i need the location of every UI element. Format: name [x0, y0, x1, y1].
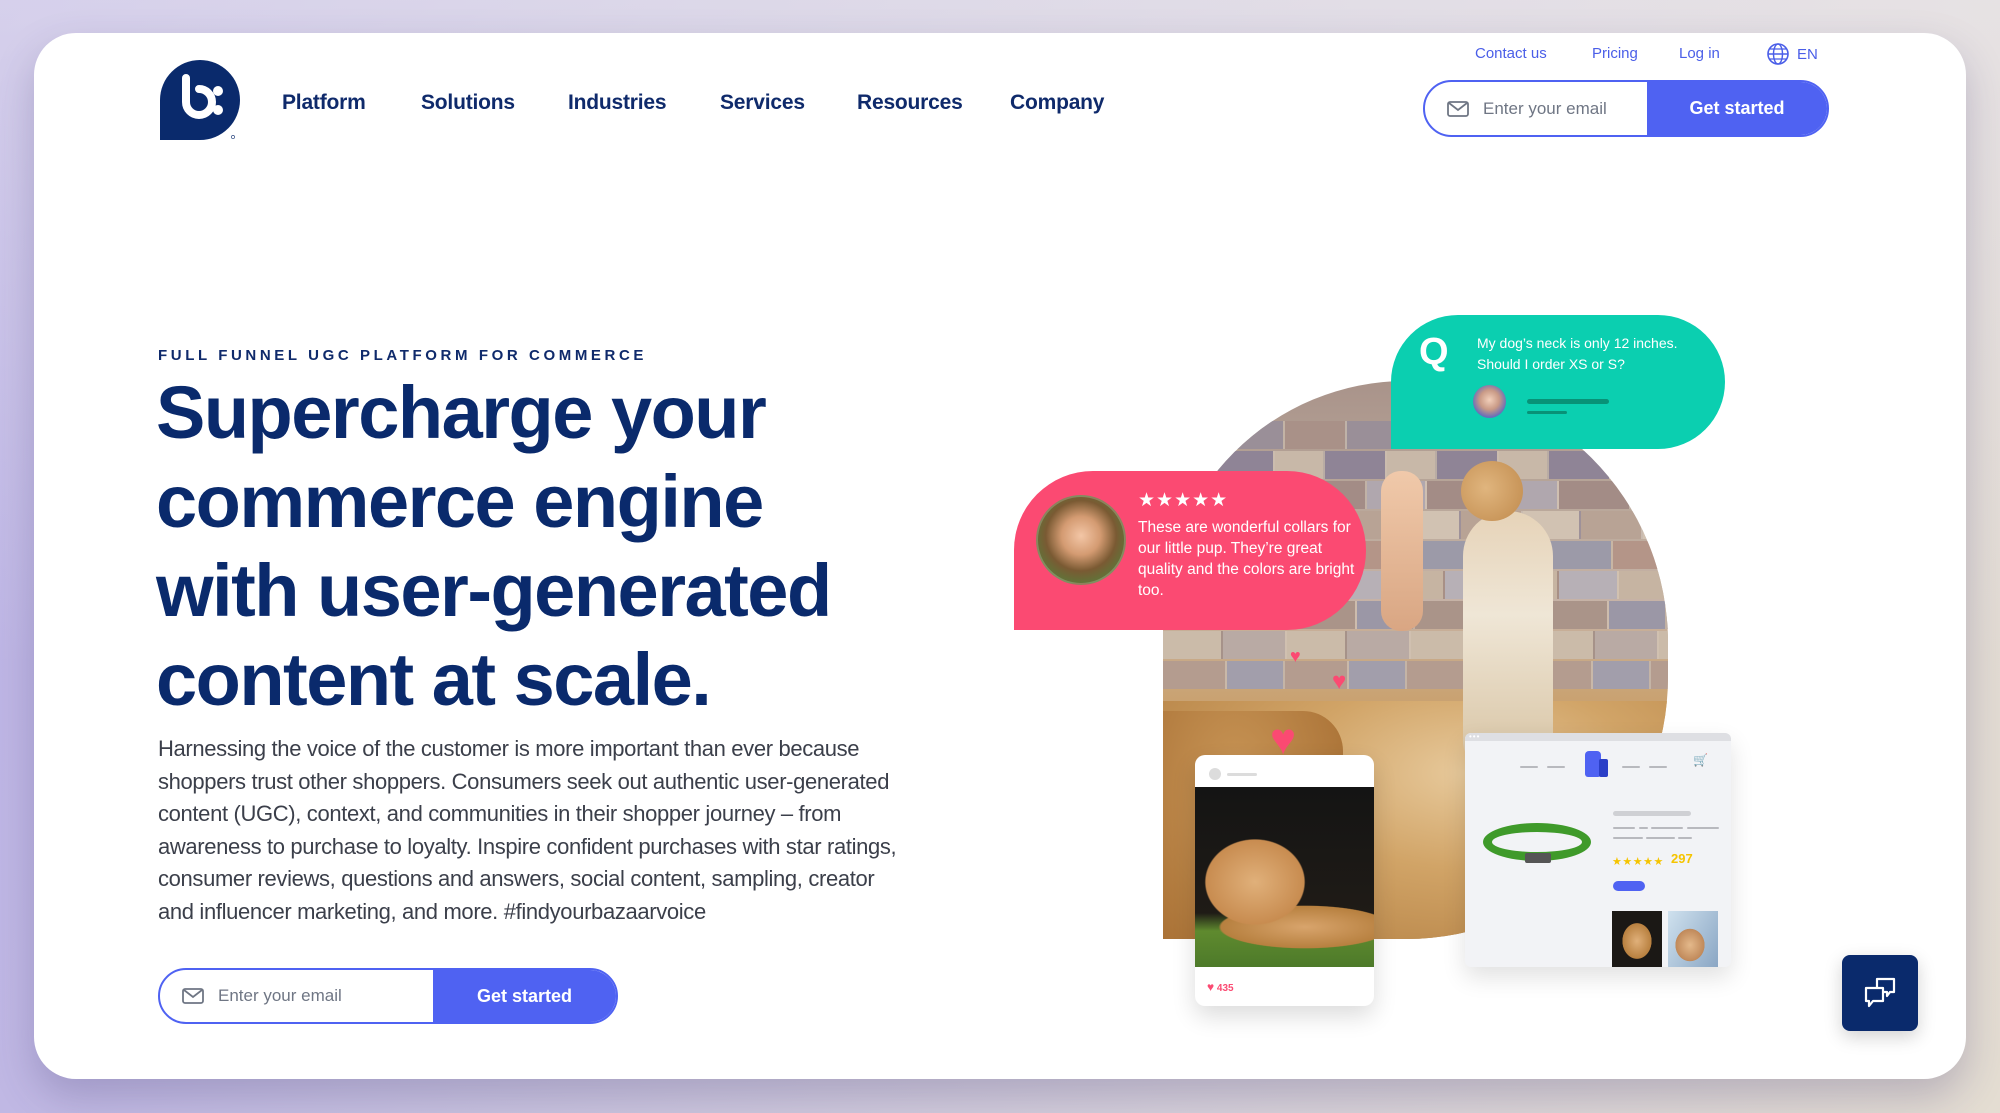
heart-icon: ♥ [1207, 980, 1215, 994]
headline-line: with user-generated [156, 549, 832, 632]
headline-line: Supercharge your [156, 371, 767, 454]
browser-chrome [1465, 733, 1731, 741]
placeholder-line [1527, 411, 1567, 414]
social-post-card: ♥ 435 [1195, 755, 1374, 1006]
log-in-link[interactable]: Log in [1679, 45, 1720, 62]
question-icon: Q [1419, 331, 1449, 373]
question-text: My dog’s neck is only 12 inches. Should … [1477, 335, 1678, 372]
hero-eyebrow: FULL FUNNEL UGC PLATFORM FOR COMMERCE [158, 347, 648, 364]
headline-line: commerce engine [156, 460, 764, 543]
cart-icon: 🛒 [1693, 753, 1708, 767]
hero-email-input[interactable] [218, 986, 358, 1006]
product-star-rating: ★★★★★ [1612, 856, 1664, 868]
description-line: awareness to purchase to loyalty. Inspir… [158, 833, 897, 859]
ugc-thumbnail [1612, 911, 1662, 967]
bazaarvoice-logo[interactable] [160, 60, 240, 140]
chat-button[interactable] [1842, 955, 1918, 1031]
nav-solutions[interactable]: Solutions [421, 91, 515, 115]
hero-headline: Supercharge your commerce engine with us… [156, 368, 996, 724]
star-rating: ★★★★★ [1138, 490, 1229, 511]
contact-us-link[interactable]: Contact us [1475, 45, 1547, 62]
description-line: shoppers trust other shoppers. Consumers… [158, 768, 890, 794]
headline-line: content at scale. [156, 638, 712, 721]
mail-icon [182, 988, 204, 1004]
header-email-input[interactable] [1483, 98, 1623, 119]
description-line: content (UGC), context, and communities … [158, 801, 842, 826]
nav-industries[interactable]: Industries [568, 91, 667, 115]
header-email-form: Get started [1423, 80, 1829, 137]
description-line: and influencer marketing, and more. #fin… [158, 898, 706, 924]
pricing-link[interactable]: Pricing [1592, 45, 1638, 62]
header-get-started-button[interactable]: Get started [1647, 82, 1827, 135]
brand-tube-icon [1599, 759, 1608, 777]
nav-resources[interactable]: Resources [857, 91, 963, 115]
asker-avatar [1473, 385, 1506, 418]
hero-email-form: Get started [158, 968, 618, 1024]
description-line: consumer reviews, questions and answers,… [158, 866, 875, 891]
ugc-thumbnail [1668, 911, 1718, 967]
header-email-field[interactable] [1425, 82, 1647, 135]
heart-icon: ♥ [1332, 668, 1347, 695]
post-username-placeholder [1227, 773, 1257, 776]
post-likes: ♥ 435 [1207, 980, 1234, 994]
review-bubble: ★★★★★ These are wonderful collars for ou… [1014, 471, 1366, 630]
nav-services[interactable]: Services [720, 91, 805, 115]
large-heart-icon: ♥ [1270, 715, 1297, 764]
post-avatar-placeholder [1209, 768, 1221, 780]
nav-company[interactable]: Company [1010, 91, 1104, 115]
mail-icon [1447, 100, 1469, 117]
description-line: Harnessing the voice of the customer is … [158, 736, 860, 761]
collar-tag [1525, 853, 1551, 863]
nav-platform[interactable]: Platform [282, 91, 366, 115]
hero-get-started-button[interactable]: Get started [433, 970, 616, 1022]
chat-bubbles-icon [1864, 977, 1896, 1008]
heart-icon: ♥ [1290, 646, 1301, 666]
window-dots: ••• [1469, 733, 1481, 741]
product-page-card: ••• 🛒 ★★★★★ 297 [1465, 733, 1731, 967]
product-review-count: 297 [1671, 851, 1693, 866]
likes-count: 435 [1216, 983, 1234, 994]
website-window: Platform Solutions Industries Services R… [34, 33, 1966, 1079]
post-photo-dog [1195, 787, 1374, 967]
reviewer-avatar [1036, 495, 1126, 585]
review-text: These are wonderful collars for our litt… [1138, 519, 1355, 599]
hero-email-field[interactable] [160, 970, 433, 1022]
hero-description: Harnessing the voice of the customer is … [158, 733, 978, 928]
add-to-cart-placeholder [1613, 881, 1645, 891]
globe-icon [1767, 43, 1789, 65]
question-bubble: Q My dog’s neck is only 12 inches. Shoul… [1391, 315, 1725, 449]
placeholder-line [1527, 399, 1609, 404]
language-selector[interactable]: EN [1766, 42, 1818, 66]
language-label: EN [1797, 45, 1818, 63]
